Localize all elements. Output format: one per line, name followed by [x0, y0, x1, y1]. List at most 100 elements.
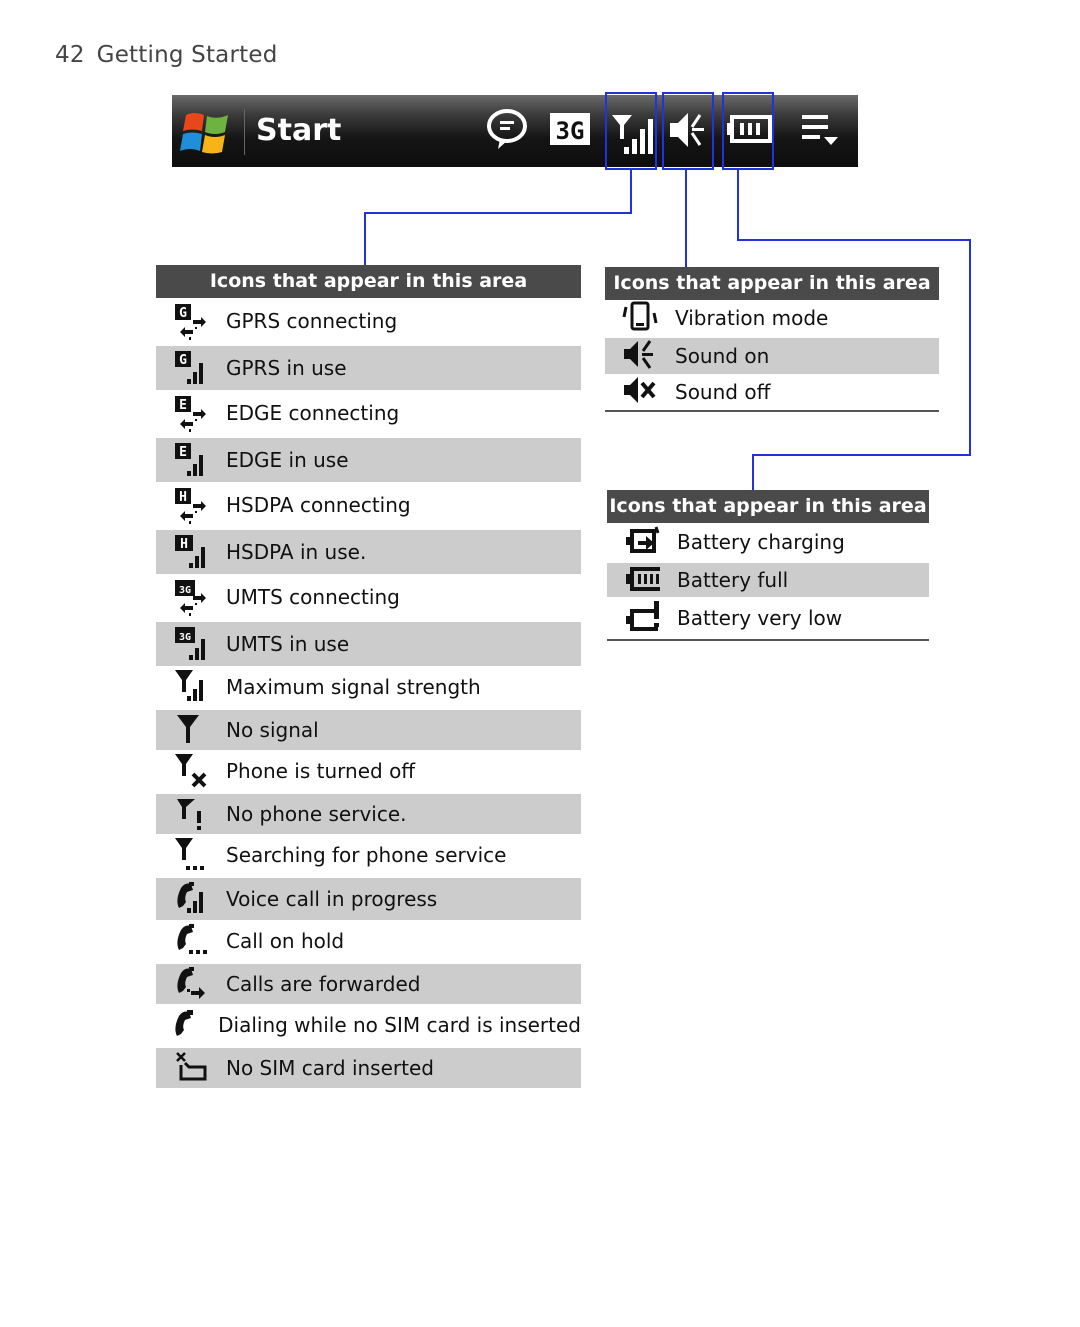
list-item: No phone service.	[156, 794, 581, 834]
panel-heading: Icons that appear in this area	[605, 267, 939, 300]
battery-connector-h2	[752, 454, 971, 456]
list-item: G GPRS connecting	[156, 298, 581, 344]
battery-charging-icon	[607, 523, 677, 561]
item-label: Sound on	[675, 344, 770, 368]
item-label: UMTS in use	[226, 632, 350, 656]
list-item: Calls are forwarded	[156, 964, 581, 1004]
item-label: HSDPA in use.	[226, 540, 367, 564]
signal-connector-v2	[364, 212, 366, 266]
connectivity-icons-panel: Icons that appear in this area G GPRS con…	[156, 265, 581, 1088]
sound-on-icon	[605, 337, 675, 375]
battery-connector-v1	[737, 170, 739, 241]
svg-text:H: H	[179, 490, 187, 505]
list-item: 3G UMTS in use	[156, 622, 581, 666]
svg-text:E: E	[179, 445, 187, 460]
gprs-in-use-icon: G	[156, 349, 226, 387]
umts-connecting-icon: 3G	[156, 578, 226, 616]
sound-icons-panel: Icons that appear in this area Vibration…	[605, 267, 939, 412]
no-sim-icon	[156, 1049, 226, 1087]
start-button[interactable]: Start	[256, 113, 341, 148]
umts-in-use-icon: 3G	[156, 625, 226, 663]
section-title: Getting Started	[96, 42, 278, 68]
list-item: Battery full	[607, 563, 929, 597]
sound-highlight-box	[662, 92, 714, 170]
signal-connector-v1	[630, 170, 632, 214]
battery-connector-v3	[752, 454, 754, 491]
item-label: Dialing while no SIM card is inserted	[218, 1013, 581, 1037]
page-number: 42	[55, 42, 85, 68]
item-label: Maximum signal strength	[226, 675, 481, 699]
list-item: No SIM card inserted	[156, 1048, 581, 1088]
item-label: Battery very low	[677, 606, 843, 630]
list-item: Sound off	[605, 374, 939, 410]
list-item: Searching for phone service	[156, 834, 581, 876]
sound-connector	[685, 170, 687, 267]
item-label: Phone is turned off	[226, 759, 416, 783]
item-label: Sound off	[675, 380, 771, 404]
item-label: Battery full	[677, 568, 789, 592]
max-signal-icon	[156, 668, 226, 706]
item-label: No SIM card inserted	[226, 1056, 434, 1080]
dial-no-sim-icon	[156, 1006, 218, 1044]
edge-in-use-icon: E	[156, 441, 226, 479]
list-item: 3G UMTS connecting	[156, 574, 581, 620]
list-item: Vibration mode	[605, 300, 939, 336]
menu-overflow-icon[interactable]	[798, 107, 844, 153]
item-label: No phone service.	[226, 802, 407, 826]
item-label: HSDPA connecting	[226, 493, 411, 517]
battery-full-icon	[607, 561, 677, 599]
signal-connector-h	[364, 212, 632, 214]
call-hold-icon	[156, 922, 226, 960]
list-item: E EDGE in use	[156, 438, 581, 482]
list-item: Battery charging	[607, 523, 929, 561]
list-item: G GPRS in use	[156, 346, 581, 390]
battery-low-icon	[607, 599, 677, 637]
list-item: Voice call in progress	[156, 878, 581, 920]
item-label: Searching for phone service	[226, 843, 507, 867]
gprs-connecting-icon: G	[156, 302, 226, 340]
item-label: Voice call in progress	[226, 887, 438, 911]
vibration-icon	[605, 299, 675, 337]
edge-connecting-icon: E	[156, 394, 226, 432]
call-forward-icon	[156, 965, 226, 1003]
battery-connector-v2	[969, 239, 971, 456]
svg-text:G: G	[179, 306, 187, 321]
page-header: 42 Getting Started	[55, 42, 278, 68]
battery-connector-h1	[737, 239, 971, 241]
item-label: GPRS connecting	[226, 309, 398, 333]
item-label: UMTS connecting	[226, 585, 400, 609]
item-label: Battery charging	[677, 530, 845, 554]
hsdpa-in-use-icon: H	[156, 533, 226, 571]
phone-off-icon	[156, 752, 226, 790]
list-item: Battery very low	[607, 597, 929, 639]
voice-call-icon	[156, 880, 226, 918]
no-signal-icon	[156, 711, 226, 749]
panel-heading: Icons that appear in this area	[607, 490, 929, 523]
windows-flag-icon[interactable]	[180, 109, 232, 157]
svg-text:3G: 3G	[179, 632, 191, 643]
list-item: H HSDPA in use.	[156, 530, 581, 574]
list-item: No signal	[156, 710, 581, 750]
taskbar-divider	[244, 109, 245, 155]
item-label: No signal	[226, 718, 319, 742]
list-item: Phone is turned off	[156, 750, 581, 792]
item-label: EDGE in use	[226, 448, 349, 472]
panel-bottom-rule	[607, 639, 929, 641]
searching-service-icon	[156, 836, 226, 874]
svg-text:H: H	[180, 537, 188, 552]
messaging-icon[interactable]	[484, 107, 530, 153]
item-label: Call on hold	[226, 929, 345, 953]
item-label: Vibration mode	[675, 306, 829, 330]
list-item: Sound on	[605, 338, 939, 374]
hsdpa-connecting-icon: H	[156, 486, 226, 524]
no-service-icon	[156, 795, 226, 833]
3g-icon[interactable]: 3G	[548, 107, 594, 153]
sound-off-icon	[605, 373, 675, 411]
3g-badge-text: 3G	[556, 117, 585, 145]
list-item: Call on hold	[156, 920, 581, 962]
list-item: E EDGE connecting	[156, 390, 581, 436]
list-item: H HSDPA connecting	[156, 482, 581, 528]
panel-heading: Icons that appear in this area	[156, 265, 581, 298]
signal-highlight-box	[605, 92, 657, 170]
battery-icons-panel: Icons that appear in this area Battery c…	[607, 490, 929, 641]
